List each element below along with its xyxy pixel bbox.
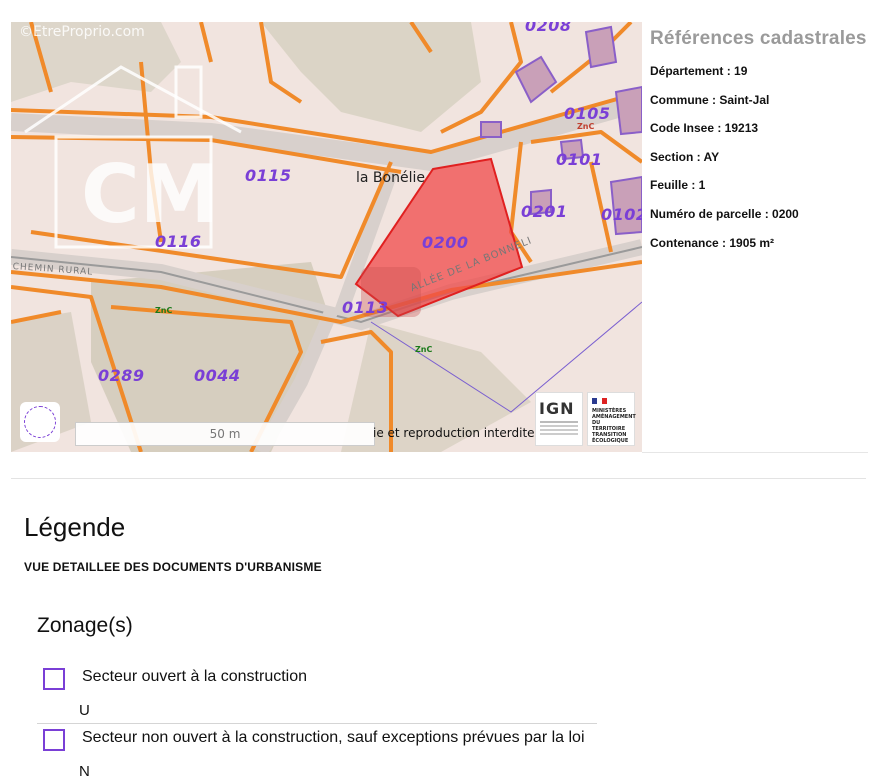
map-canvas: CM [11, 22, 642, 452]
watermark-text: ©EtreProprio.com [19, 24, 145, 40]
parcel-number[interactable]: 0102 [601, 205, 642, 224]
zone-label: ZnC [577, 122, 595, 131]
parcel-number[interactable]: 0116 [155, 232, 202, 251]
ref-contenance: Contenance : 1905 m² [650, 235, 775, 250]
ref-section: Section : AY [650, 149, 720, 164]
zone-label: ZnC [415, 345, 433, 354]
ministry-logo: MINISTÈRES AMÉNAGEMENT DU TERRITOIRE TRA… [587, 392, 636, 446]
legend-subtitle: VUE DETAILLEE DES DOCUMENTS D'URBANISME [24, 560, 322, 574]
parcel-number[interactable]: 0101 [556, 150, 603, 169]
watermark-letters: CM [81, 148, 219, 241]
parcel-number[interactable]: 0115 [245, 166, 292, 185]
legend-label: Secteur non ouvert à la construction, sa… [82, 729, 585, 746]
legend-swatch [43, 668, 65, 690]
ref-feuille: Feuille : 1 [650, 178, 706, 193]
cadastral-references-panel: Références cadastrales Département : 19 … [650, 22, 870, 264]
zone-label: ZnC [155, 306, 173, 315]
zonage-title: Zonage(s) [37, 614, 133, 637]
vegetation-area [261, 22, 481, 132]
scale-bar: 50 m [75, 422, 375, 446]
parcel-number[interactable]: 0113 [342, 298, 389, 317]
parcel-number[interactable]: 0044 [194, 366, 241, 385]
parcel-number[interactable]: 0105 [564, 104, 611, 123]
parcel-number[interactable]: 0201 [521, 202, 568, 221]
divider [642, 452, 868, 453]
legend-label: Secteur ouvert à la construction [82, 668, 308, 685]
copyright-notice: ie et reproduction interdite [373, 426, 535, 440]
legend-code: N [79, 763, 90, 780]
parcel-number[interactable]: 0289 [98, 366, 145, 385]
divider [11, 478, 866, 479]
ref-code-insee: Code Insee : 19213 [650, 121, 759, 136]
legend-code: U [79, 702, 90, 719]
parcel-number-selected[interactable]: 0200 [422, 233, 469, 252]
ref-commune: Commune : Saint-Jal [650, 92, 770, 107]
cadastral-map[interactable]: CM ©EtreProprio.com la Bonélie 0208 0105… [11, 22, 642, 452]
ref-departement: Département : 19 [650, 64, 748, 78]
ign-logo: IGN [535, 392, 583, 446]
place-label: la Bonélie [356, 170, 425, 186]
parcel-number[interactable]: 0208 [525, 22, 572, 35]
legend-title: Légende [24, 512, 126, 542]
scale-control[interactable] [20, 402, 60, 442]
references-title: Références cadastrales [650, 28, 867, 49]
legend-swatch [43, 729, 65, 751]
legend-separator [37, 723, 597, 724]
ref-parcel-number: Numéro de parcelle : 0200 [650, 206, 799, 221]
